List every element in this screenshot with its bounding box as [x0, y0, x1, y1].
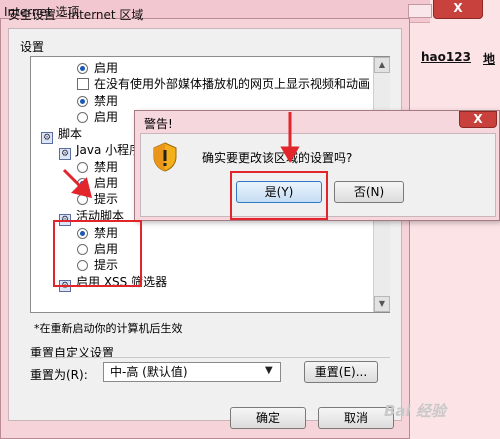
watermark: Bai 经验 [384, 402, 446, 420]
annotation-arrows [62, 112, 300, 199]
arrowhead-icon [280, 146, 300, 163]
